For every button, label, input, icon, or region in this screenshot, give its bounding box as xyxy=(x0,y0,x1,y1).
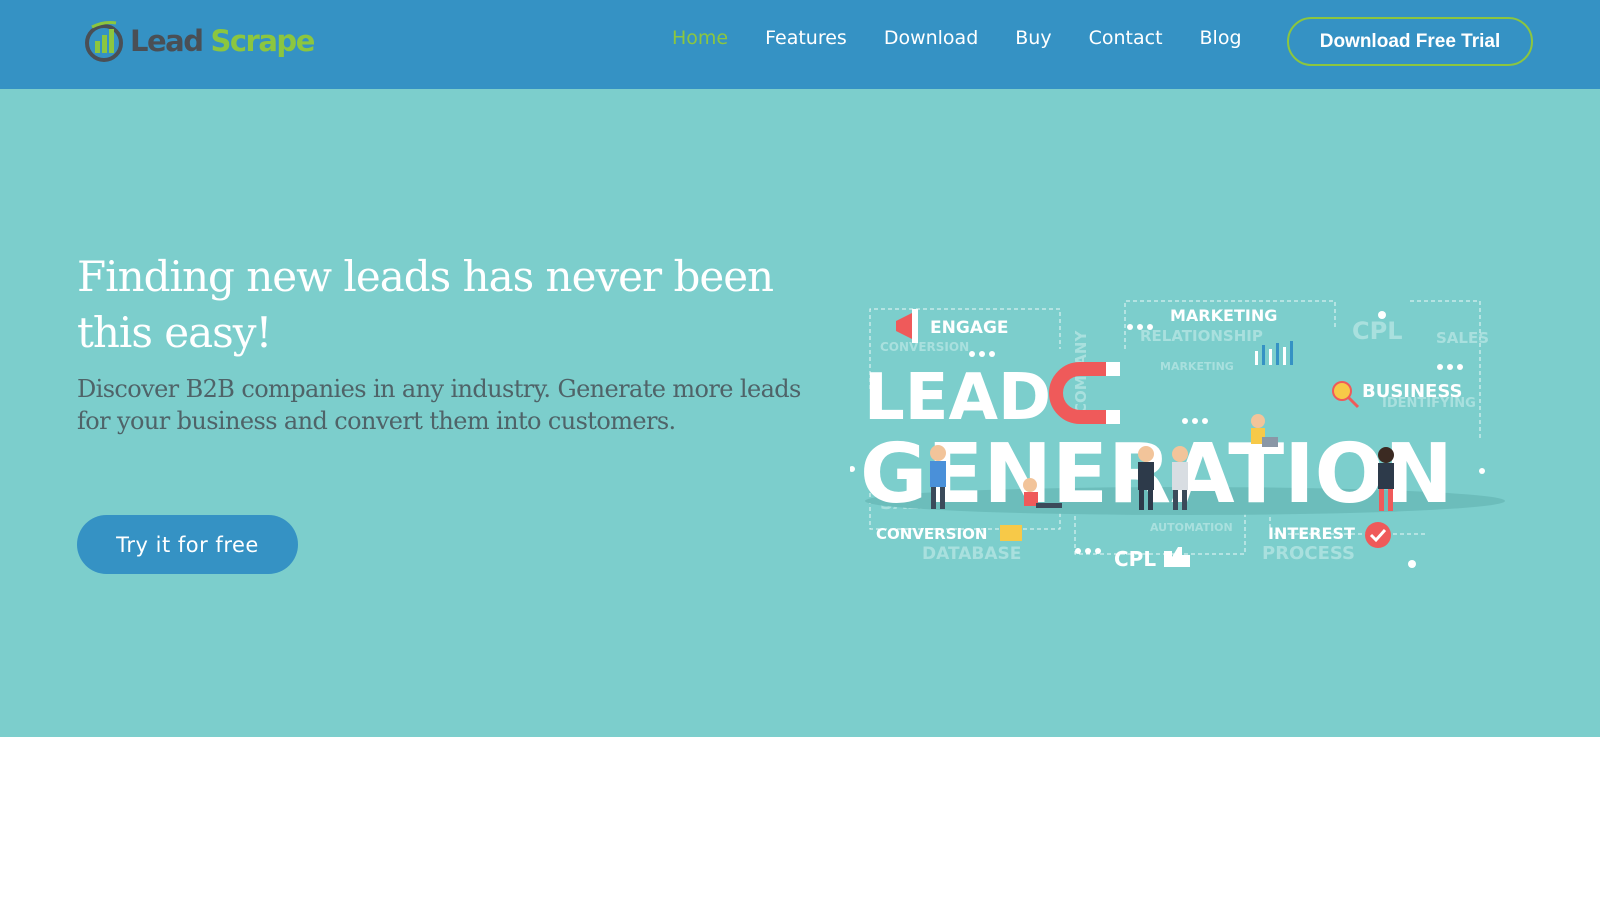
faint-word-marketing: MARKETING xyxy=(1160,360,1234,373)
megaphone-icon xyxy=(896,313,912,339)
lead-generation-graphic: CONVERSION RELATIONSHIP MARKETING CPL SA… xyxy=(849,300,1505,571)
nav-features[interactable]: Features xyxy=(765,27,847,49)
illustration-word-generation: GENERATION xyxy=(860,427,1453,522)
svg-text:BUSINESS: BUSINESS xyxy=(1362,381,1462,402)
below-fold-area xyxy=(0,737,1600,900)
faint-word-relationship: RELATIONSHIP xyxy=(1140,327,1263,345)
hero-section: Finding new leads has never been this ea… xyxy=(0,89,1600,737)
nav-home[interactable]: Home xyxy=(672,27,728,49)
envelope-icon xyxy=(1000,525,1022,541)
faint-word-database: DATABASE xyxy=(922,544,1021,564)
faint-word-conversion: CONVERSION xyxy=(880,340,969,354)
chart-leaf-logo-icon xyxy=(85,21,123,62)
faint-word-automation: AUTOMATION xyxy=(1150,521,1233,534)
nav-buy[interactable]: Buy xyxy=(1015,27,1051,49)
checkmark-icon xyxy=(1365,522,1391,548)
lead-generation-illustration: CONVERSION RELATIONSHIP MARKETING CPL SA… xyxy=(849,239,1530,659)
main-nav: Home Features Download Buy Contact Blog xyxy=(672,27,1279,49)
hero-subtitle: Discover B2B companies in any industry. … xyxy=(77,375,801,435)
try-it-free-button[interactable]: Try it for free xyxy=(77,515,298,574)
svg-text:CPL: CPL xyxy=(1114,547,1156,571)
logo-word-scrape: Scrape xyxy=(210,24,315,58)
svg-text:ENGAGE: ENGAGE xyxy=(930,318,1009,338)
logo[interactable]: Lead Scrape xyxy=(82,18,315,64)
logo-word-lead: Lead xyxy=(130,24,204,58)
svg-text:CONVERSION: CONVERSION xyxy=(876,525,987,543)
faint-word-sales: SALES xyxy=(1436,329,1489,347)
nav-download[interactable]: Download xyxy=(884,27,978,49)
svg-text:INTEREST: INTEREST xyxy=(1268,524,1355,543)
thumbs-up-icon xyxy=(1164,547,1190,567)
site-header: Lead Scrape Home Features Download Buy Co… xyxy=(0,0,1600,89)
logo-text: Lead Scrape xyxy=(130,24,315,58)
illustration-word-lead: LEAD xyxy=(864,361,1051,435)
nav-blog[interactable]: Blog xyxy=(1200,27,1242,49)
tag-marketing: MARKETING xyxy=(1170,306,1277,325)
faint-word-cpl: CPL xyxy=(1352,317,1403,345)
tag-conversion: CONVERSION xyxy=(876,525,1022,543)
hero-title: Finding new leads has never been this ea… xyxy=(77,252,774,357)
tag-engage: ENGAGE xyxy=(896,309,1009,343)
tag-cpl: CPL xyxy=(1114,547,1190,571)
faint-word-process: PROCESS xyxy=(1262,543,1355,564)
download-free-trial-button[interactable]: Download Free Trial xyxy=(1287,17,1533,66)
nav-contact[interactable]: Contact xyxy=(1089,27,1163,49)
